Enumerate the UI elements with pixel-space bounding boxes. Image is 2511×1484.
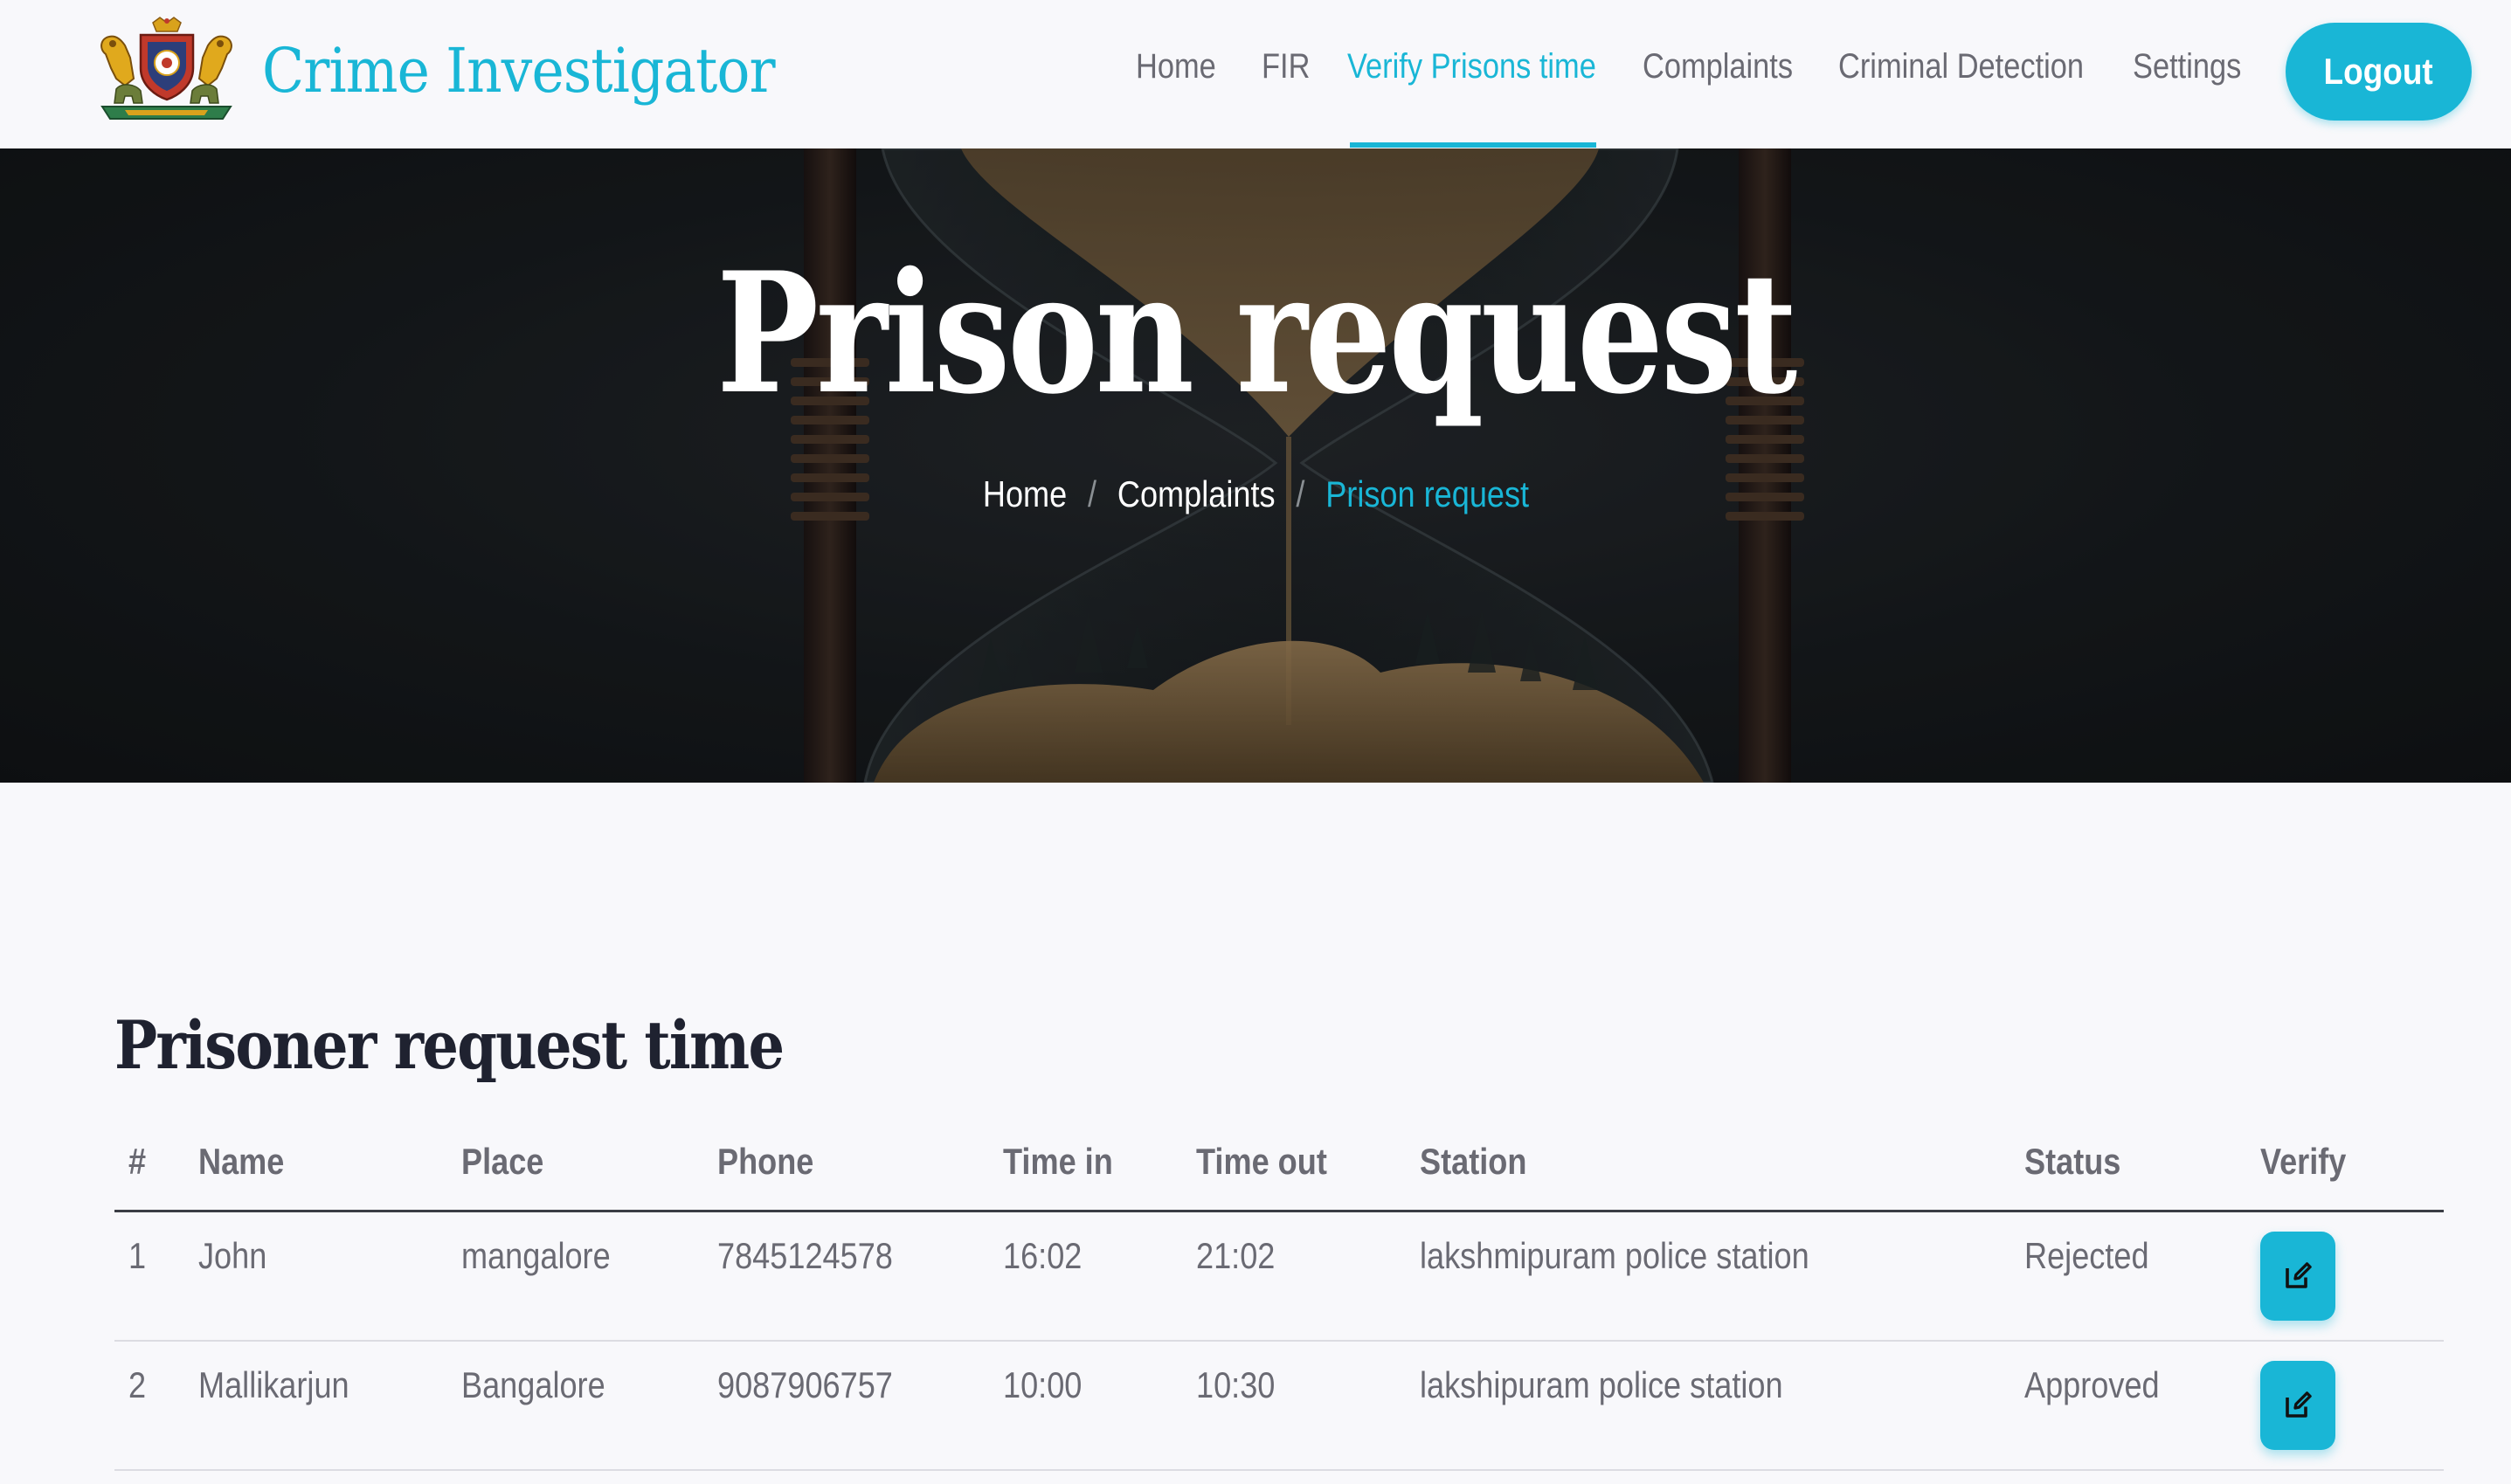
breadcrumb: Home / Complaints / Prison request [0, 473, 2511, 515]
breadcrumb-current: Prison request [1325, 473, 1529, 514]
nav-criminal-detection[interactable]: Criminal Detection [1838, 47, 2084, 86]
verify-button[interactable] [2260, 1232, 2335, 1321]
row-time-out: 10:30 [1196, 1364, 1276, 1405]
nav-settings[interactable]: Settings [2133, 47, 2241, 86]
brand[interactable]: Crime Investigator [90, 16, 832, 125]
header-number: # [128, 1141, 147, 1182]
section-title: Prisoner request time [114, 1006, 785, 1084]
header-verify: Verify [2260, 1141, 2347, 1182]
verify-button[interactable] [2260, 1361, 2335, 1450]
header-status: Status [2024, 1141, 2121, 1182]
breadcrumb-separator: / [1087, 473, 1096, 514]
header-place: Place [461, 1141, 544, 1182]
brand-title[interactable]: Crime Investigator [262, 35, 776, 107]
active-nav-indicator [1350, 142, 1596, 148]
edit-icon [2286, 1391, 2312, 1418]
logout-button[interactable]: Logout [2286, 23, 2472, 121]
header-time-out: Time out [1196, 1141, 1327, 1182]
table-row: 2 Mallikarjun Bangalore 9087906757 10:00… [114, 1342, 2444, 1471]
breadcrumb-home[interactable]: Home [982, 473, 1066, 514]
row-place: mangalore [461, 1235, 611, 1276]
logout-label: Logout [2323, 51, 2434, 92]
hero-title: Prison request [716, 236, 1797, 431]
row-station: lakshipuram police station [1420, 1364, 1783, 1405]
header-time-in: Time in [1003, 1141, 1113, 1182]
karnataka-emblem-icon [100, 17, 232, 120]
row-name: Mallikarjun [198, 1364, 349, 1405]
row-phone: 9087906757 [717, 1364, 893, 1405]
header-station: Station [1420, 1141, 1527, 1182]
hero-banner: Prison request Home / Complaints / Priso… [0, 148, 2511, 783]
row-time-out: 21:02 [1196, 1235, 1276, 1276]
top-navbar: Crime Investigator Home FIR Verify Priso… [0, 0, 2511, 148]
breadcrumb-complaints[interactable]: Complaints [1117, 473, 1275, 514]
nav-complaints[interactable]: Complaints [1643, 47, 1793, 86]
table-header-row: # Name Place Phone Time in Time out Stat… [114, 1127, 2444, 1212]
prisoner-requests-table: # Name Place Phone Time in Time out Stat… [114, 1127, 2444, 1471]
row-status: Rejected [2024, 1235, 2149, 1276]
table-row: 1 John mangalore 7845124578 16:02 21:02 … [114, 1212, 2444, 1342]
nav-fir[interactable]: FIR [1262, 47, 1310, 86]
breadcrumb-separator: / [1295, 473, 1304, 514]
nav-verify-prisons-time[interactable]: Verify Prisons time [1347, 47, 1596, 86]
edit-icon [2286, 1262, 2312, 1288]
row-name: John [198, 1235, 267, 1276]
row-place: Bangalore [461, 1364, 605, 1405]
row-station: lakshmipuram police station [1420, 1235, 1809, 1276]
row-phone: 7845124578 [717, 1235, 893, 1276]
row-time-in: 16:02 [1003, 1235, 1083, 1276]
row-number: 2 [128, 1364, 147, 1405]
row-number: 1 [128, 1235, 147, 1276]
nav-home[interactable]: Home [1136, 47, 1216, 86]
row-status: Approved [2024, 1364, 2160, 1405]
header-name: Name [198, 1141, 285, 1182]
header-phone: Phone [717, 1141, 814, 1182]
row-time-in: 10:00 [1003, 1364, 1083, 1405]
